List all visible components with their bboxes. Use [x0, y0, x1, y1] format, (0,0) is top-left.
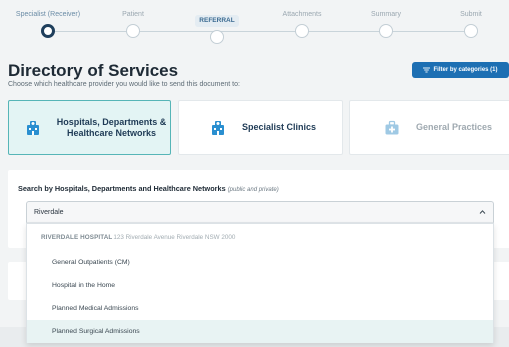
filter-icon — [423, 67, 431, 73]
filter-by-categories-button[interactable]: Filter by categories (1) — [412, 62, 509, 78]
category-label: General Practices — [416, 122, 493, 132]
clinic-building-icon — [212, 120, 224, 135]
step-attachments[interactable]: Attachments — [257, 9, 347, 38]
step-patient[interactable]: Patient — [88, 9, 178, 38]
chevron-up-icon[interactable] — [479, 209, 486, 215]
category-label: Specialist Clinics — [242, 122, 317, 132]
category-tile-hospitals[interactable]: Hospitals, Departments & Healthcare Netw… — [8, 100, 171, 155]
search-heading: Search by Hospitals, Departments and Hea… — [18, 184, 279, 193]
hospital-building-icon — [27, 120, 39, 135]
dropdown-option[interactable]: General Outpatients (CM) — [27, 251, 493, 274]
step-label: Patient — [122, 11, 144, 18]
step-dot-icon — [295, 24, 309, 38]
step-label: Summary — [371, 11, 401, 18]
category-tile-specialist-clinics[interactable]: Specialist Clinics — [178, 100, 343, 155]
step-specialist-receiver[interactable]: Specialist (Receiver) — [3, 9, 93, 38]
search-input[interactable]: Riverdale — [26, 201, 494, 223]
step-label: Submit — [460, 11, 482, 18]
category-label: Hospitals, Departments & Healthcare Netw… — [56, 116, 167, 138]
step-submit[interactable]: Submit — [426, 9, 509, 38]
dropdown-option-highlighted[interactable]: Planned Surgical Admissions — [27, 320, 493, 343]
step-current-dot-icon — [41, 24, 55, 38]
step-label: Attachments — [282, 11, 322, 18]
search-heading-note: (public and private) — [227, 187, 279, 193]
step-dot-icon — [379, 24, 393, 38]
step-dot-icon — [210, 30, 224, 44]
dropdown-option[interactable]: Hospital in the Home — [27, 274, 493, 297]
dropdown-option[interactable]: Planned Medical Admissions — [27, 297, 493, 320]
step-dot-icon — [464, 24, 478, 38]
search-heading-text: Search by Hospitals, Departments and Hea… — [18, 184, 226, 193]
step-dot-icon — [126, 24, 140, 38]
search-input-value: Riverdale — [34, 208, 64, 216]
dropdown-group-header: RIVERDALE HOSPITAL 123 Riverdale Avenue … — [27, 224, 493, 251]
step-summary[interactable]: Summary — [341, 9, 431, 38]
medical-bag-icon — [385, 120, 399, 134]
search-results-dropdown: RIVERDALE HOSPITAL 123 Riverdale Avenue … — [26, 223, 494, 343]
group-address: 123 Riverdale Avenue Riverdale NSW 2000 — [113, 234, 236, 241]
category-tile-general-practices[interactable]: General Practices — [349, 100, 509, 155]
group-name: RIVERDALE HOSPITAL — [41, 234, 113, 241]
progress-stepper: Specialist (Receiver) Patient REFERRAL A… — [0, 0, 509, 46]
page-title: Directory of Services — [8, 61, 179, 80]
filter-button-label: Filter by categories (1) — [433, 67, 498, 73]
step-label: Specialist (Receiver) — [15, 11, 81, 18]
step-referral[interactable]: REFERRAL — [172, 9, 262, 44]
step-label: REFERRAL — [195, 15, 239, 27]
page-subtitle: Choose which healthcare provider you wou… — [8, 81, 240, 88]
